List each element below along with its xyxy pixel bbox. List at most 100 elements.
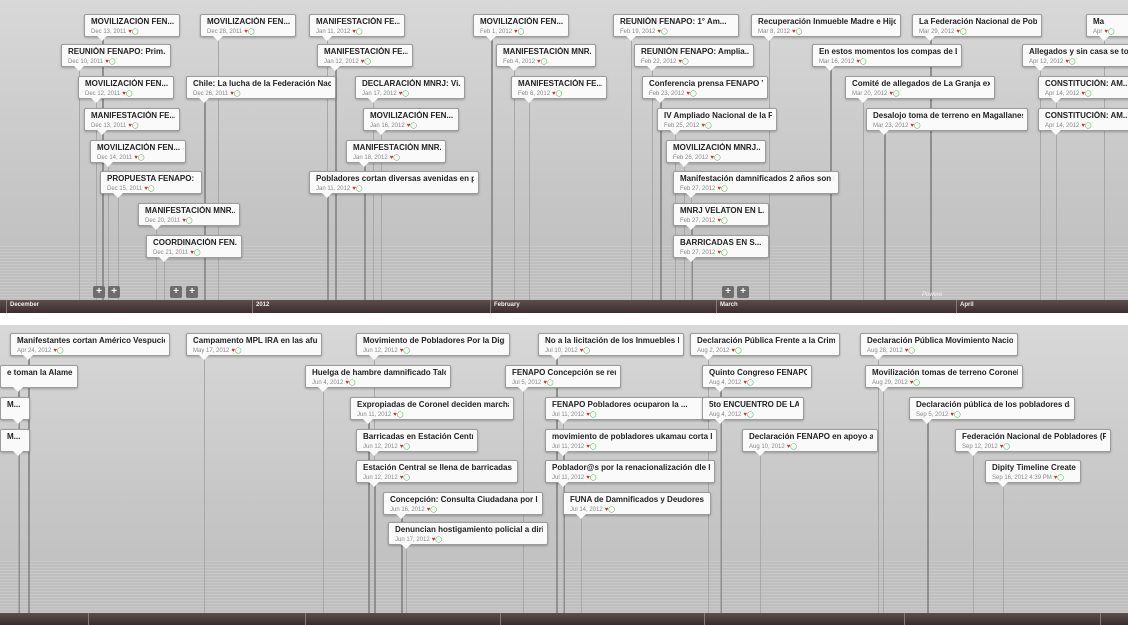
heart-comment-icons[interactable]: ♥◯ [905, 347, 915, 354]
heart-comment-icons[interactable]: ♥◯ [717, 217, 727, 224]
comment-icon[interactable]: ◯ [908, 348, 915, 354]
event-card[interactable]: Expropiadas de Coronel deciden marchar..… [350, 397, 514, 424]
comment-icon[interactable]: ◯ [914, 123, 921, 129]
heart-comment-icons[interactable]: ♥◯ [710, 154, 720, 161]
comment-icon[interactable]: ◯ [132, 123, 139, 129]
event-card[interactable]: MOVILIZACIÓN FEN... Feb 1, 2012 ♥◯ [473, 14, 569, 41]
event-card[interactable]: FENAPO Concepción se reune Jul 5, 2012♥◯ [505, 365, 621, 392]
comment-icon[interactable]: ◯ [747, 380, 754, 386]
comment-icon[interactable]: ◯ [235, 348, 242, 354]
event-title[interactable]: BARRICADAS EN S... [680, 238, 764, 247]
heart-comment-icons[interactable]: ♥◯ [1000, 443, 1010, 450]
event-card[interactable]: Estación Central se llena de barricadas … [356, 460, 518, 487]
event-card[interactable]: IV Ampliado Nacional de la F... Feb 25, 2… [657, 108, 777, 135]
event-card[interactable]: movimiento de pobladores ukamau corta la… [545, 429, 717, 456]
comment-icon[interactable]: ◯ [186, 218, 193, 224]
event-card[interactable]: MANIFESTACIÓN MNR... Feb 4, 2012 ♥◯ [496, 44, 596, 71]
event-title[interactable]: Movimiento de Pobladores Por la Dign... [363, 336, 505, 345]
comment-icon[interactable]: ◯ [138, 155, 145, 161]
heart-comment-icons[interactable]: ♥◯ [231, 347, 241, 354]
event-card[interactable]: FUNA de Damnificados y Deudores ... Jul 1… [563, 492, 711, 519]
heart-comment-icons[interactable]: ♥◯ [743, 411, 753, 418]
comment-icon[interactable]: ◯ [435, 537, 442, 543]
event-card[interactable]: M... [0, 397, 30, 424]
timeline-axis[interactable] [0, 613, 1128, 625]
event-title[interactable]: Federación Nacional de Pobladores (F... [962, 432, 1106, 441]
event-title[interactable]: Manifestantes cortan Américo Vespucio... [17, 336, 165, 345]
event-title[interactable]: movimiento de pobladores ukamau corta la… [552, 432, 712, 441]
event-title[interactable]: M... [7, 400, 25, 409]
event-card[interactable]: MOVILIZACIÓN MNRJ... Feb 26, 2012 ♥◯ [666, 140, 766, 167]
comment-icon[interactable]: ◯ [1085, 91, 1092, 97]
comment-icon[interactable]: ◯ [721, 186, 728, 192]
comment-icon[interactable]: ◯ [109, 59, 116, 65]
event-card[interactable]: Barricadas en Estación Central Jun 12, 20… [356, 429, 478, 456]
event-title[interactable]: Ma [1093, 17, 1128, 26]
comment-icon[interactable]: ◯ [661, 29, 668, 35]
event-title[interactable]: Conferencia prensa FENAPO Y... [649, 79, 763, 88]
event-card[interactable]: Manifestantes cortan Américo Vespucio...… [10, 333, 170, 360]
event-title[interactable]: Movilización tomas de terreno Coronel... [872, 368, 1018, 377]
heart-comment-icons[interactable]: ♥◯ [407, 122, 417, 129]
comment-icon[interactable]: ◯ [721, 250, 728, 256]
heart-comment-icons[interactable]: ♥◯ [950, 411, 960, 418]
comment-icon[interactable]: ◯ [403, 444, 410, 450]
comment-icon[interactable]: ◯ [393, 155, 400, 161]
event-card[interactable]: No a la licitación de los Inmuebles R...… [538, 333, 684, 360]
event-title[interactable]: Declaración FENAPO en apoyo a ... [749, 432, 873, 441]
event-card[interactable]: REUNIÓN FENAPO: Prim... Dec 10, 2011 ♥◯ [61, 44, 171, 71]
comment-icon[interactable]: ◯ [518, 29, 525, 35]
event-title[interactable]: CONSTITUCIÓN: AM... [1045, 111, 1128, 120]
heart-comment-icons[interactable]: ♥◯ [657, 28, 667, 35]
event-title[interactable]: Quinto Congreso FENAPO [709, 368, 807, 377]
event-title[interactable]: MANIFESTACIÓN MNR... [145, 206, 235, 215]
comment-icon[interactable]: ◯ [735, 348, 742, 354]
heart-comment-icons[interactable]: ♥◯ [731, 347, 741, 354]
event-title[interactable]: En estos momentos los compas de Lo ... [819, 47, 957, 56]
heart-comment-icons[interactable]: ♥◯ [537, 58, 547, 65]
heart-comment-icons[interactable]: ♥◯ [182, 217, 192, 224]
event-title[interactable]: FENAPO Pobladores ocuparon la ... [552, 400, 706, 409]
event-card[interactable]: FENAPO Pobladores ocuparon la ... Jul 11,… [545, 397, 711, 424]
event-title[interactable]: MANIFESTACIÓN FE... [91, 111, 175, 120]
event-title[interactable]: MOVILIZACIÓN FEN... [85, 79, 169, 88]
event-card[interactable]: MANIFESTACIÓN FE... Jan 12, 2012 ♥◯ [317, 44, 413, 71]
expand-plus-button[interactable]: + [170, 286, 182, 298]
event-card[interactable]: CONSTITUCIÓN: AM... Apr 14, 2012 ♥◯ [1038, 108, 1128, 135]
event-title[interactable]: IV Ampliado Nacional de la F... [664, 111, 772, 120]
event-title[interactable]: Huelga de hambre damnificado Talca... [312, 368, 446, 377]
event-card[interactable]: Movimiento de Pobladores Por la Dign... J… [356, 333, 510, 360]
heart-comment-icons[interactable]: ♥◯ [743, 379, 753, 386]
heart-comment-icons[interactable]: ♥◯ [352, 185, 362, 192]
comment-icon[interactable]: ◯ [893, 91, 900, 97]
heart-comment-icons[interactable]: ♥◯ [190, 249, 200, 256]
event-card[interactable]: Manifestación damnificados 2 años son r.… [673, 171, 839, 198]
comment-icon[interactable]: ◯ [608, 507, 615, 513]
comment-icon[interactable]: ◯ [148, 186, 155, 192]
comment-icon[interactable]: ◯ [1003, 444, 1010, 450]
heart-comment-icons[interactable]: ♥◯ [543, 379, 553, 386]
event-title[interactable]: Desalojo toma de terreno en Magallanes [873, 111, 1023, 120]
comment-icon[interactable]: ◯ [356, 186, 363, 192]
event-card[interactable]: Campamento MPL IRA en las afue... May 17,… [186, 333, 322, 360]
heart-comment-icons[interactable]: ♥◯ [787, 443, 797, 450]
event-card[interactable]: Declaración Pública Frente a la Crim... A… [690, 333, 840, 360]
event-card[interactable]: Ma Apr ♥◯ [1086, 14, 1128, 41]
comment-icon[interactable]: ◯ [682, 59, 689, 65]
heart-comment-icons[interactable]: ♥◯ [390, 154, 400, 161]
heart-comment-icons[interactable]: ♥◯ [1081, 122, 1091, 129]
comment-icon[interactable]: ◯ [349, 380, 356, 386]
comment-icon[interactable]: ◯ [397, 412, 404, 418]
comment-icon[interactable]: ◯ [194, 250, 201, 256]
event-title[interactable]: DECLARACIÓN MNRJ: Vi... [362, 79, 460, 88]
comment-icon[interactable]: ◯ [860, 59, 867, 65]
event-title[interactable]: Expropiadas de Coronel deciden marchar..… [357, 400, 509, 409]
event-card[interactable]: PROPUESTA FENAPO: ... Dec 15, 2011 ♥◯ [100, 171, 202, 198]
event-card[interactable]: MOVILIZACIÓN FEN... Jan 16, 2012 ♥◯ [363, 108, 459, 135]
comment-icon[interactable]: ◯ [356, 29, 363, 35]
event-card[interactable]: Federación Nacional de Pobladores (F... S… [955, 429, 1111, 456]
heart-comment-icons[interactable]: ♥◯ [400, 347, 410, 354]
event-title[interactable]: La Federación Nacional de Pobladores ... [919, 17, 1037, 26]
comment-icon[interactable]: ◯ [234, 91, 241, 97]
heart-comment-icons[interactable]: ♥◯ [244, 28, 254, 35]
